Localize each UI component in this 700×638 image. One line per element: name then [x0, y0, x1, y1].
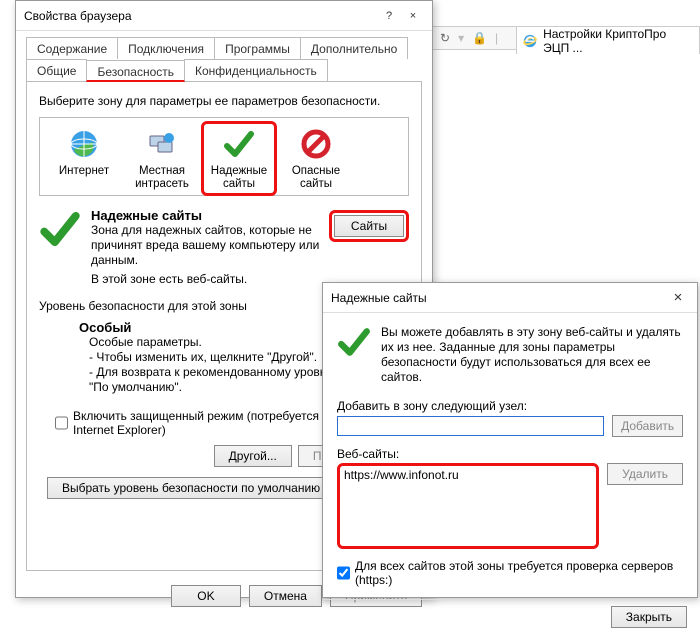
close-dialog-button[interactable]: Закрыть	[611, 606, 687, 628]
check-icon	[39, 208, 81, 250]
tab-programs[interactable]: Программы	[214, 37, 301, 59]
titlebar: Свойства браузера ? ×	[16, 1, 432, 31]
sites-button[interactable]: Сайты	[334, 215, 404, 237]
tab-privacy[interactable]: Конфиденциальность	[184, 59, 328, 81]
zone-trusted-label: Надежные сайты	[206, 165, 272, 191]
window-title: Свойства браузера	[24, 9, 132, 23]
ie-icon	[523, 33, 537, 49]
cancel-button[interactable]: Отмена	[249, 585, 322, 607]
ok-button[interactable]: OK	[171, 585, 241, 607]
sites-list-label: Веб-сайты:	[337, 447, 683, 461]
tab-content[interactable]: Содержание	[26, 37, 118, 59]
dialog-close-button[interactable]: ×	[667, 287, 689, 309]
trusted-desc2: В этой зоне есть веб-сайты.	[91, 272, 321, 287]
browser-tab[interactable]: Настройки КриптоПро ЭЦП ...	[516, 26, 700, 54]
lock-icon[interactable]: 🔒	[472, 31, 487, 45]
add-site-label: Добавить в зону следующий узел:	[337, 399, 683, 413]
zone-intranet[interactable]: Местная интрасеть	[124, 124, 200, 193]
refresh-icon[interactable]: ↻	[440, 31, 450, 45]
zone-selector: Интернет Местная интрасеть Надежные сайт…	[39, 117, 409, 196]
tabs: Содержание Подключения Программы Дополни…	[16, 31, 432, 81]
sites-list-item[interactable]: https://www.infonot.ru	[344, 468, 592, 482]
check-icon	[223, 128, 255, 160]
restricted-icon	[300, 128, 332, 160]
zone-restricted-label: Опасные сайты	[280, 165, 352, 191]
remove-button[interactable]: Удалить	[607, 463, 683, 485]
require-https-label: Для всех сайтов этой зоны требуется пров…	[355, 559, 683, 587]
sites-button-highlight: Сайты	[329, 210, 409, 242]
trusted-desc1: Зона для надежных сайтов, которые не при…	[91, 223, 321, 268]
add-button[interactable]: Добавить	[612, 415, 683, 437]
dialog-intro: Вы можете добавлять в эту зону веб-сайты…	[381, 325, 683, 385]
dialog-titlebar: Надежные сайты ×	[323, 283, 697, 313]
custom-level-button[interactable]: Другой...	[214, 445, 292, 467]
globe-icon	[68, 128, 100, 160]
require-https-input[interactable]	[337, 566, 350, 580]
protected-mode-input[interactable]	[55, 416, 68, 430]
zone-trusted[interactable]: Надежные сайты	[201, 121, 277, 196]
trusted-sites-dialog: Надежные сайты × Вы можете добавлять в э…	[322, 282, 698, 598]
sites-list-highlight: https://www.infonot.ru	[337, 463, 599, 549]
tab-security[interactable]: Безопасность	[86, 60, 185, 82]
sites-listbox[interactable]: https://www.infonot.ru	[340, 466, 596, 546]
intranet-icon	[146, 128, 178, 160]
zone-internet-label: Интернет	[48, 165, 120, 178]
zone-intranet-label: Местная интрасеть	[126, 165, 198, 191]
close-button[interactable]: ×	[402, 5, 424, 27]
tab-advanced[interactable]: Дополнительно	[300, 37, 408, 59]
browser-tab-title: Настройки КриптоПро ЭЦП ...	[543, 27, 689, 55]
zone-internet[interactable]: Интернет	[46, 124, 122, 193]
require-https-checkbox[interactable]: Для всех сайтов этой зоны требуется пров…	[337, 559, 683, 587]
help-button[interactable]: ?	[378, 5, 400, 27]
zone-prompt: Выберите зону для параметры ее параметро…	[39, 94, 409, 109]
add-site-input[interactable]	[337, 416, 604, 436]
dialog-title: Надежные сайты	[331, 291, 427, 305]
tab-connections[interactable]: Подключения	[117, 37, 215, 59]
tab-general[interactable]: Общие	[26, 59, 87, 81]
trusted-header: Надежные сайты	[91, 208, 321, 223]
check-icon	[337, 325, 371, 359]
zone-restricted[interactable]: Опасные сайты	[278, 124, 354, 193]
